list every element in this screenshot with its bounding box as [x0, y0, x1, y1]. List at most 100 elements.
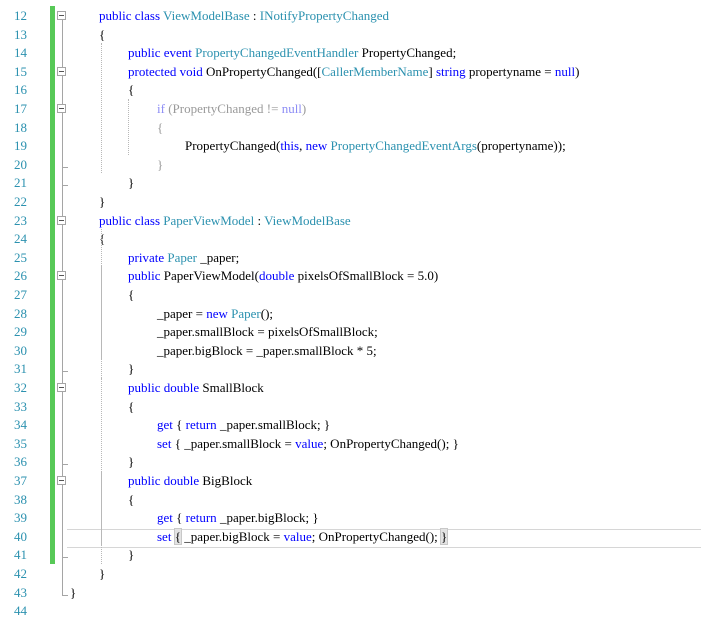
code-line[interactable]: 16 { — [0, 80, 701, 99]
line-number: 41 — [14, 547, 27, 562]
code-text: public class ViewModelBase : INotifyProp… — [99, 6, 389, 25]
outline-end-tick — [62, 167, 68, 168]
keyword-token: new — [305, 138, 331, 153]
change-indicator-bar — [50, 527, 55, 546]
outline-line — [62, 392, 63, 464]
code-editor[interactable]: 12 public class ViewModelBase : INotifyPr… — [0, 0, 701, 625]
line-number: 18 — [14, 120, 27, 135]
change-indicator-bar — [50, 508, 55, 527]
change-indicator-bar — [50, 173, 55, 192]
code-token: ] — [428, 64, 436, 79]
keyword-token: public class — [99, 213, 164, 228]
code-token: ; OnPropertyChanged(); } — [323, 436, 459, 451]
change-indicator-bar — [50, 155, 55, 174]
keyword-token: public double — [128, 473, 203, 488]
line-number: 17 — [14, 101, 27, 116]
line-number: 32 — [14, 380, 27, 395]
line-number: 43 — [14, 585, 27, 600]
code-line[interactable]: 33 { — [0, 397, 701, 416]
code-line[interactable]: 37 public double BigBlock — [0, 471, 701, 490]
code-line[interactable]: 27 { — [0, 285, 701, 304]
code-line[interactable]: 43} — [0, 583, 701, 602]
indent-guide — [128, 99, 129, 155]
line-number: 40 — [14, 529, 27, 544]
change-indicator-bar — [50, 490, 55, 509]
collapse-region-icon[interactable] — [57, 383, 66, 392]
code-text: } — [99, 564, 105, 583]
collapse-region-icon[interactable] — [57, 67, 66, 76]
code-line[interactable]: 35 set { _paper.smallBlock = value; OnPro… — [0, 434, 701, 453]
code-line[interactable]: 19 PropertyChanged(this, new PropertyChan… — [0, 136, 701, 155]
collapse-region-icon[interactable] — [57, 476, 66, 485]
line-number: 20 — [14, 157, 27, 172]
collapse-region-icon[interactable] — [57, 104, 66, 113]
code-line[interactable]: 18 { — [0, 118, 701, 137]
code-line[interactable]: 14 public event PropertyChangedEventHandl… — [0, 43, 701, 62]
line-number: 37 — [14, 473, 27, 488]
code-line[interactable]: 13 { — [0, 25, 701, 44]
code-line[interactable]: 42} — [0, 564, 701, 583]
code-token: } — [99, 194, 106, 209]
change-indicator-bar — [50, 229, 55, 248]
code-line[interactable]: 38 { — [0, 490, 701, 509]
type-token: PropertyChangedEventArgs — [330, 138, 477, 153]
code-token: SmallBlock — [202, 380, 264, 395]
code-text: } — [99, 192, 105, 211]
code-token: { — [128, 492, 135, 507]
code-line[interactable]: 15 protected void OnPropertyChanged([Call… — [0, 62, 701, 81]
change-indicator-bar — [50, 304, 55, 323]
code-text: } — [128, 545, 134, 564]
code-text: { — [99, 229, 105, 248]
line-number: 44 — [14, 603, 27, 618]
code-line[interactable]: 28 _paper = new Paper(); — [0, 304, 701, 323]
keyword-token: private — [128, 250, 168, 265]
code-line[interactable]: 34 get { return _paper.smallBlock; } — [0, 415, 701, 434]
code-line[interactable]: 39 get { return _paper.bigBlock; } — [0, 508, 701, 527]
code-text: public double BigBlock — [128, 471, 252, 490]
type-token: Paper — [231, 306, 261, 321]
code-line[interactable]: 30 _paper.bigBlock = _paper.smallBlock * … — [0, 341, 701, 360]
code-text: _paper.bigBlock = _paper.smallBlock * 5; — [157, 341, 377, 360]
code-line[interactable]: 17 if (PropertyChanged != null) — [0, 99, 701, 118]
change-indicator-bar — [50, 341, 55, 360]
line-number: 33 — [14, 399, 27, 414]
code-text: public double SmallBlock — [128, 378, 264, 397]
code-token: _paper.bigBlock = _paper.smallBlock * 5; — [157, 343, 377, 358]
code-text: } — [70, 583, 76, 602]
code-line[interactable]: 20} — [0, 155, 701, 174]
change-indicator-bar — [50, 471, 55, 490]
code-token: propertyname = — [465, 64, 555, 79]
code-line[interactable]: 29 _paper.smallBlock = pixelsOfSmallBlock… — [0, 322, 701, 341]
code-token: PropertyChanged( — [185, 138, 281, 153]
change-indicator-bar — [50, 545, 55, 564]
keyword-token: value — [283, 529, 312, 544]
code-line[interactable]: 40 set { _paper.bigBlock = value; OnPrope… — [0, 527, 701, 546]
code-token: } — [99, 566, 106, 581]
collapse-region-icon[interactable] — [57, 11, 66, 20]
line-number: 24 — [14, 231, 27, 246]
code-line[interactable]: 25 private Paper _paper; — [0, 248, 701, 267]
code-line[interactable]: 12 public class ViewModelBase : INotifyPr… — [0, 6, 701, 25]
collapse-region-icon[interactable] — [57, 271, 66, 280]
code-token: } — [128, 361, 135, 376]
code-line[interactable]: 21} — [0, 173, 701, 192]
code-text: public event PropertyChangedEventHandler… — [128, 43, 456, 62]
code-token: } — [70, 585, 77, 600]
code-line[interactable]: 24 { — [0, 229, 701, 248]
code-line[interactable]: 23 public class PaperViewModel : ViewMode… — [0, 211, 701, 230]
collapse-region-icon[interactable] — [57, 216, 66, 225]
code-token: { — [99, 27, 106, 42]
code-line[interactable]: 41} — [0, 545, 701, 564]
keyword-token: return — [185, 510, 217, 525]
code-line[interactable]: 26 public PaperViewModel(double pixelsOfS… — [0, 266, 701, 285]
code-line[interactable]: 44 — [0, 601, 701, 620]
change-indicator-bar — [50, 359, 55, 378]
code-line[interactable]: 31} — [0, 359, 701, 378]
code-line[interactable]: 22} — [0, 192, 701, 211]
code-token: (); — [260, 306, 274, 321]
code-line[interactable]: 32 public double SmallBlock — [0, 378, 701, 397]
code-text: private Paper _paper; — [128, 248, 239, 267]
type-token: PropertyChangedEventHandler — [195, 45, 359, 60]
code-line[interactable]: 36} — [0, 452, 701, 471]
line-number: 23 — [14, 213, 27, 228]
